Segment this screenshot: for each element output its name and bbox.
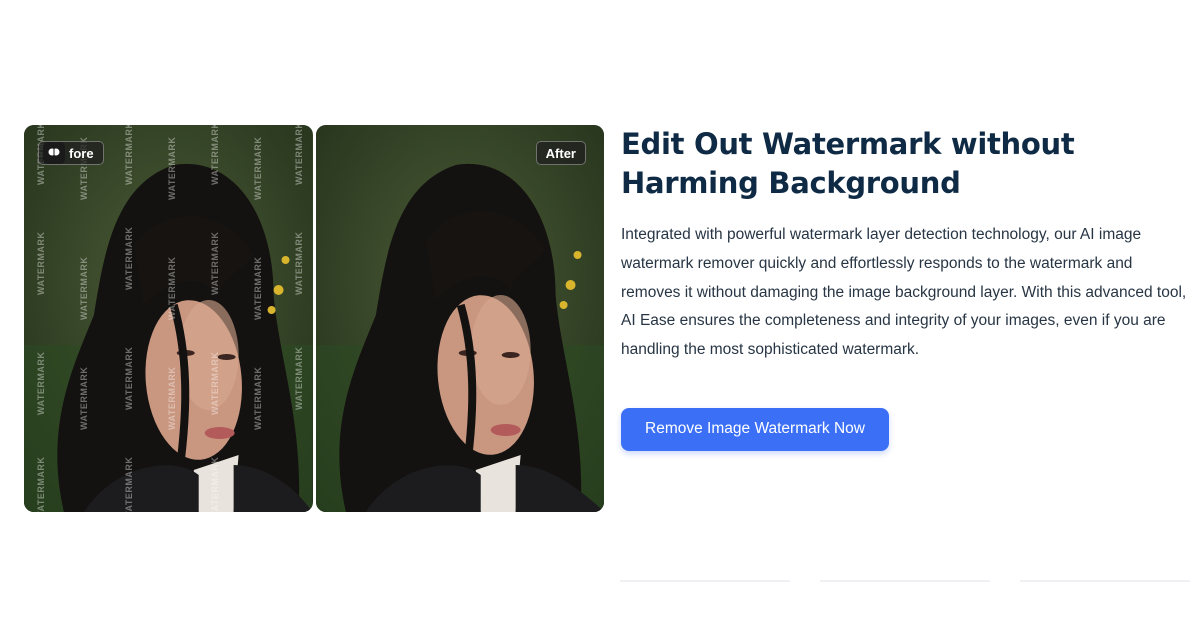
brain-icon xyxy=(43,142,65,164)
divider-segment xyxy=(1020,580,1190,582)
divider xyxy=(620,580,1190,583)
feature-content: Edit Out Watermark without Harming Backg… xyxy=(621,125,1191,451)
section-description: Integrated with powerful watermark layer… xyxy=(621,226,1187,359)
remove-watermark-button[interactable]: Remove Image Watermark Now xyxy=(621,407,889,451)
before-after-comparison: WATERMARK WATERMARK WATERMARK WATERMARK … xyxy=(24,125,604,512)
divider-segment xyxy=(820,580,990,582)
divider-segment xyxy=(620,580,790,582)
portrait-after-image xyxy=(315,125,604,512)
before-badge-label: fore xyxy=(69,145,94,161)
after-badge-label: After xyxy=(545,145,576,161)
section-title: Edit Out Watermark without Harming Backg… xyxy=(621,127,1075,200)
after-image-panel: After xyxy=(315,125,604,512)
before-image-panel: WATERMARK WATERMARK WATERMARK WATERMARK … xyxy=(24,125,313,512)
after-badge: After xyxy=(535,141,586,165)
portrait-before-image xyxy=(24,125,313,512)
before-badge: fore xyxy=(38,141,104,165)
